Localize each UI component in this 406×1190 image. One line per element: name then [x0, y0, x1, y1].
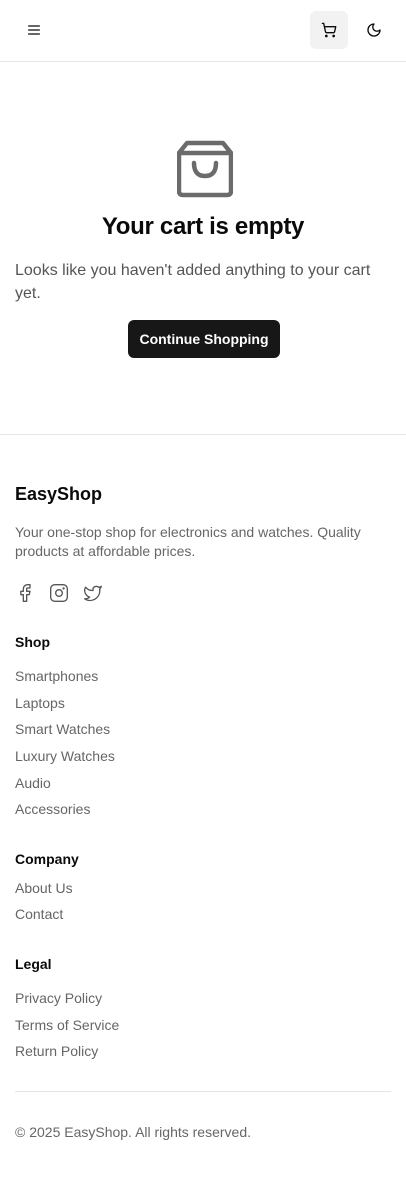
shopping-bag-icon — [177, 140, 233, 198]
footer-section-title-legal: Legal — [15, 956, 52, 972]
instagram-link[interactable] — [49, 583, 69, 603]
theme-toggle-button[interactable] — [355, 11, 393, 49]
footer-divider — [15, 1091, 391, 1092]
footer-section-title-shop: Shop — [15, 634, 50, 650]
cart-button[interactable] — [310, 11, 348, 49]
footer-section-title-company: Company — [15, 851, 79, 867]
menu-button[interactable] — [15, 11, 53, 49]
footer-link-smart-watches[interactable]: Smart Watches — [15, 721, 110, 737]
footer-link-smartphones[interactable]: Smartphones — [15, 668, 98, 684]
copyright-text: © 2025 EasyShop. All rights reserved. — [15, 1124, 251, 1140]
empty-cart-message: Looks like you haven't added anything to… — [15, 262, 371, 302]
footer-link-privacy-policy[interactable]: Privacy Policy — [15, 990, 102, 1006]
footer-link-audio[interactable]: Audio — [15, 775, 51, 791]
twitter-link[interactable] — [83, 583, 103, 603]
footer-link-luxury-watches[interactable]: Luxury Watches — [15, 748, 115, 764]
footer-tagline: Your one-stop shop for electronics and w… — [15, 524, 361, 559]
footer-link-laptops[interactable]: Laptops — [15, 695, 65, 711]
facebook-icon — [20, 584, 31, 602]
shopping-cart-icon — [321, 22, 337, 38]
footer-link-contact[interactable]: Contact — [15, 906, 63, 922]
site-header — [0, 0, 406, 62]
menu-icon — [28, 25, 40, 35]
footer-link-terms-of-service[interactable]: Terms of Service — [15, 1017, 119, 1033]
empty-cart-title: Your cart is empty — [101, 213, 305, 240]
continue-shopping-button[interactable]: Continue Shopping — [128, 320, 280, 358]
instagram-icon — [50, 584, 68, 602]
twitter-icon — [84, 585, 103, 602]
footer-link-accessories[interactable]: Accessories — [15, 801, 90, 817]
facebook-link[interactable] — [15, 583, 35, 603]
moon-icon — [367, 23, 381, 37]
empty-cart-section: Your cart is empty Looks like you haven'… — [0, 62, 406, 435]
footer-link-about-us[interactable]: About Us — [15, 880, 73, 896]
footer-link-return-policy[interactable]: Return Policy — [15, 1043, 98, 1059]
footer-brand[interactable]: EasyShop — [15, 484, 102, 505]
